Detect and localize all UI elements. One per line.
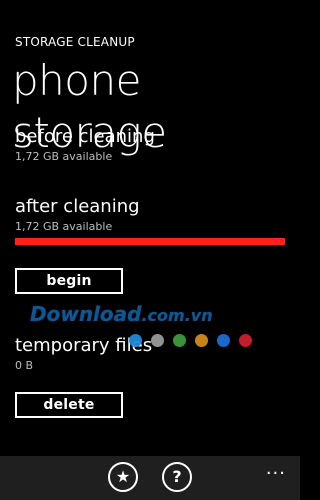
help-icon[interactable]: ? xyxy=(162,462,192,492)
dot-3 xyxy=(173,334,186,347)
star-icon[interactable]: ★ xyxy=(108,462,138,492)
app-title: STORAGE CLEANUP xyxy=(15,35,135,49)
dot-4 xyxy=(195,334,208,347)
after-cleaning-title: after cleaning xyxy=(15,196,140,217)
watermark-tld: .com.vn xyxy=(141,306,213,325)
watermark-text: Download xyxy=(30,302,142,326)
dot-2 xyxy=(151,334,164,347)
begin-button[interactable]: begin xyxy=(15,268,123,294)
dot-5 xyxy=(217,334,230,347)
more-button[interactable]: ... xyxy=(266,460,286,478)
color-dots xyxy=(129,334,252,347)
delete-button[interactable]: delete xyxy=(15,392,123,418)
app-bar: ★ ? ... xyxy=(0,456,300,500)
before-cleaning-available: 1,72 GB available xyxy=(15,150,113,163)
after-cleaning-progress-bar xyxy=(15,238,285,245)
temporary-files-size: 0 B xyxy=(15,359,34,372)
before-cleaning-title: before cleaning xyxy=(15,126,155,147)
screen: STORAGE CLEANUP phone storage before cle… xyxy=(0,0,300,500)
watermark: Download.com.vn xyxy=(30,302,213,326)
after-cleaning-available: 1,72 GB available xyxy=(15,220,113,233)
dot-6 xyxy=(239,334,252,347)
dot-1 xyxy=(129,334,142,347)
